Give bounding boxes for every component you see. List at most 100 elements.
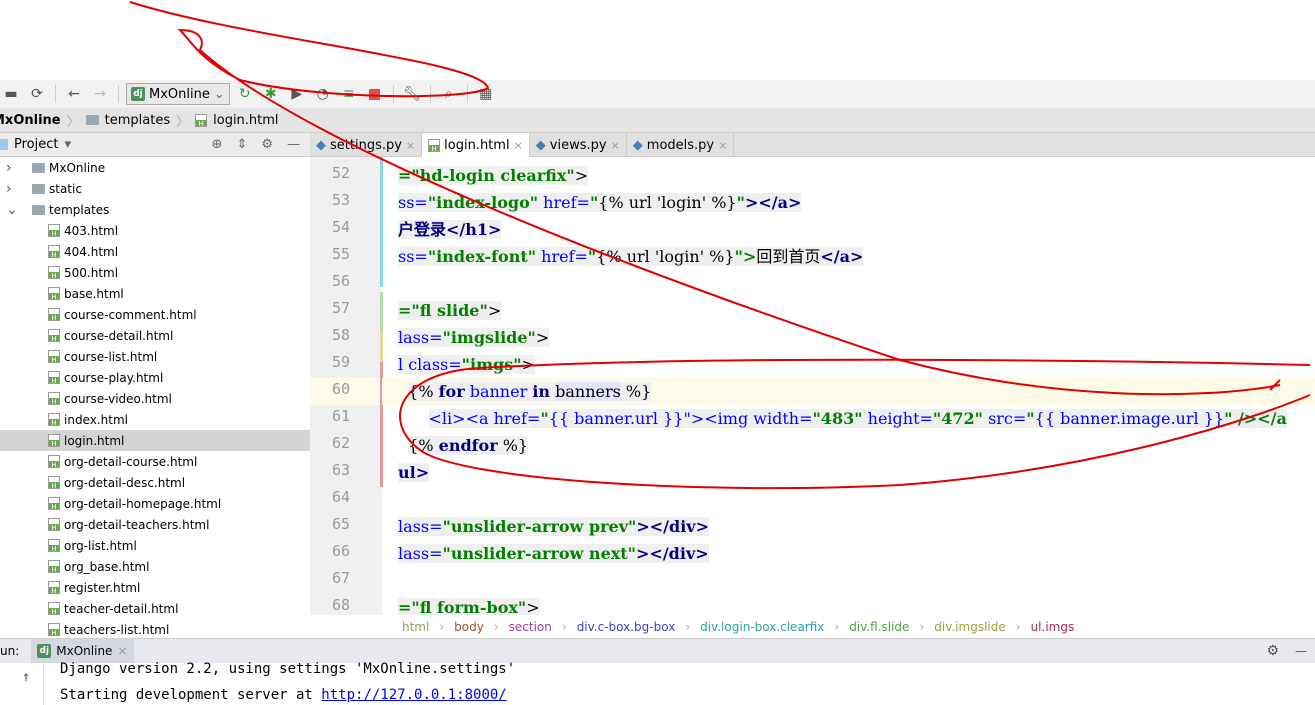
structure-icon[interactable]: ▦ [475,83,497,105]
run-list-icon[interactable]: ≡ [338,83,360,105]
nav-project[interactable]: MxOnline [0,113,61,128]
tree-item[interactable]: › static [0,178,310,199]
code-line[interactable]: {% for banner in banners %} [382,378,1315,405]
rerun-icon[interactable]: ↻ [234,83,256,105]
tree-item[interactable]: Hcourse-detail.html [0,325,310,346]
breadcrumb-body[interactable]: body [454,620,484,634]
breadcrumb-section[interactable]: section [509,620,552,634]
run-tab-mxonline[interactable]: dj MxOnline × [31,638,134,664]
minimize-icon[interactable]: — [287,137,300,152]
nav-folder[interactable]: templates [105,113,170,128]
project-panel-title[interactable]: Project [14,137,58,152]
code-line[interactable]: lass="unslider-arrow next"></div> [382,540,1315,567]
tree-item[interactable]: › MxOnline [0,157,310,178]
profile-icon[interactable]: ◔ [312,83,334,105]
tree-item[interactable]: H 404.html [0,241,310,262]
stop-icon[interactable] [364,83,386,105]
code-line[interactable]: ss="index-logo" href="{% url 'login' %}"… [382,189,1315,216]
wrench-icon[interactable]: 🔧︎ [401,83,423,105]
tree-item[interactable]: Hindex.html [0,409,310,430]
tab-label: settings.py [330,137,402,153]
run-console[interactable]: ↑ Django version 2.2, using settings 'Mx… [0,661,1315,705]
tree-item[interactable]: Hcourse-video.html [0,388,310,409]
breadcrumb-ul-imgs[interactable]: ul.imgs [1031,620,1075,634]
code-line[interactable]: ="hd-login clearfix"> [382,162,1315,189]
close-icon[interactable]: × [514,139,523,152]
tree-item[interactable]: Hcourse-list.html [0,346,310,367]
code-line[interactable]: <li><a href="{{ banner.url }}"><img widt… [382,405,1315,432]
tree-item[interactable]: Hteacher-detail.html [0,598,310,619]
tab-views-py[interactable]: ◆ views.py × [530,133,627,157]
code-line[interactable]: ="fl slide"> [382,297,1315,324]
tree-item[interactable]: Horg-detail-course.html [0,451,310,472]
tree-item[interactable]: Horg-detail-desc.html [0,472,310,493]
chevron-right-icon[interactable]: › [6,160,20,176]
tree-item[interactable]: Hlogin.html [0,430,310,451]
server-url-link[interactable]: http://127.0.0.1:8000/ [321,687,506,703]
close-icon[interactable]: × [117,644,127,658]
debug-icon[interactable]: ✱ [260,83,282,105]
breadcrumb-div-c-box-bg-box[interactable]: div.c-box.bg-box [577,620,676,634]
gear-icon[interactable]: ⚙ [1266,643,1279,659]
tree-item[interactable]: Hregister.html [0,577,310,598]
close-icon[interactable]: × [611,139,620,152]
code-line[interactable]: ="fl form-box"> [382,594,1315,615]
tab-models-py[interactable]: ◆ models.py × [627,133,735,157]
code-line[interactable]: ul> [382,459,1315,486]
tree-item[interactable]: H 403.html [0,220,310,241]
minimize-icon[interactable]: — [1295,644,1307,658]
code-line[interactable] [382,567,1315,594]
code-line[interactable]: lass="imgslide"> [382,324,1315,351]
tree-item[interactable]: Horg-detail-homepage.html [0,493,310,514]
tab-settings-py[interactable]: ◆ settings.py × [310,133,423,157]
code-token: src= [982,409,1027,428]
tree-item[interactable]: H 500.html [0,262,310,283]
up-arrow-icon[interactable]: ↑ [22,669,30,685]
locate-icon[interactable]: ⊕ [212,137,223,152]
tab-label: login.html [444,137,510,153]
html-file-icon: H [48,581,60,595]
tree-item[interactable]: Hcourse-comment.html [0,304,310,325]
code-line[interactable] [382,486,1315,513]
tree-item-label: org-detail-teachers.html [64,517,210,532]
tree-item[interactable]: Horg-detail-teachers.html [0,514,310,535]
code-line[interactable]: 户登录</h1> [382,216,1315,243]
code-token: lass= [398,544,443,563]
code-line[interactable]: ss="index-font" href="{% url 'login' %}"… [382,243,1315,270]
nav-file[interactable]: login.html [213,113,278,128]
tree-item[interactable]: Hbase.html [0,283,310,304]
sync-icon[interactable]: ⟳ [26,83,48,105]
tree-item[interactable]: Horg-list.html [0,535,310,556]
collapse-icon[interactable]: ⇕ [236,137,247,152]
chevron-down-icon[interactable]: ⌄ [6,202,20,218]
chevron-right-icon[interactable]: › [6,181,20,197]
save-icon[interactable]: ▬ [0,83,22,105]
tree-item[interactable]: Horg_base.html [0,556,310,577]
line-number: 53 [331,191,350,209]
forward-icon[interactable]: → [89,83,111,105]
close-icon[interactable]: × [406,139,415,152]
code-editor[interactable]: ="hd-login clearfix"> ss="index-logo" hre… [382,157,1315,615]
code-line[interactable]: l class="imgs"> [382,351,1315,378]
code-line[interactable] [382,270,1315,297]
tree-item[interactable]: Hteachers-list.html [0,619,310,638]
breadcrumb-html[interactable]: html [402,620,429,634]
breadcrumb-div-login-box-clearfix[interactable]: div.login-box.clearfix [700,620,824,634]
tab-login-html[interactable]: Hlogin.html × [422,133,530,157]
close-icon[interactable]: × [718,139,727,152]
python-file-icon: ◆ [535,137,546,153]
breadcrumb-div-fl-slide[interactable]: div.fl.slide [849,620,909,634]
breadcrumb-div-imgslide[interactable]: div.imgslide [934,620,1006,634]
code-line[interactable]: {% endfor %} [382,432,1315,459]
tree-item[interactable]: Hcourse-play.html [0,367,310,388]
tree-item[interactable]: ⌄ templates [0,199,310,220]
code-token: %} [497,436,529,455]
search-icon[interactable]: ⌕ [438,83,460,105]
code-token: > [487,301,502,320]
back-icon[interactable]: ← [63,83,85,105]
chevron-down-icon[interactable]: ▾ [64,137,71,152]
code-line[interactable]: lass="unslider-arrow prev"></div> [382,513,1315,540]
coverage-icon[interactable]: ▶ [286,83,308,105]
run-config-select[interactable]: dj MxOnline ⌄ [126,83,230,105]
gear-icon[interactable]: ⚙ [261,137,273,152]
